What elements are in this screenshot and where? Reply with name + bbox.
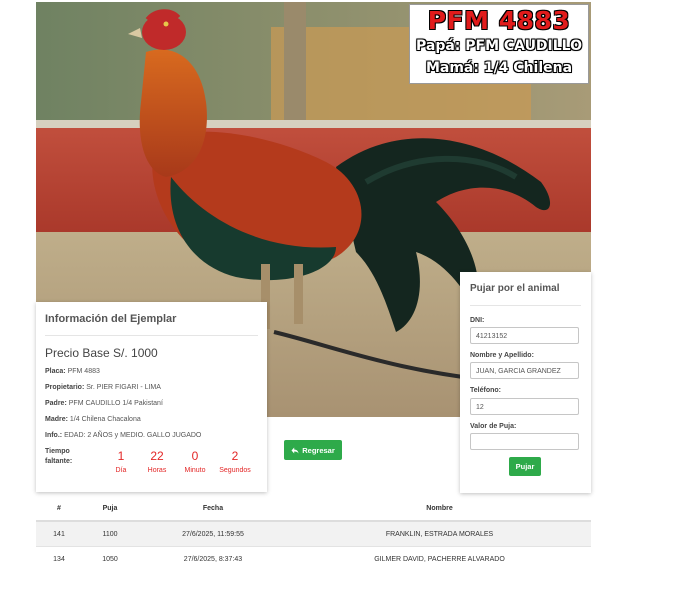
info-label: Propietario:	[45, 384, 85, 391]
timer-value: 2	[231, 449, 239, 463]
caption-father: Papá: PFM CAUDILLO	[415, 38, 583, 54]
info-value: PFM CAUDILLO 1/4 Pakistaní	[68, 400, 163, 407]
time-remaining-label: Tiempo faltante:	[45, 448, 73, 465]
bid-card: Pujar por el animal DNI: 41213152 Nombre…	[460, 272, 591, 493]
timer-days: 1 Día	[110, 449, 132, 474]
col-header-name: Nombre	[288, 497, 591, 522]
info-card: Información del Ejemplar Precio Base S/.…	[36, 302, 267, 492]
timer-value: 0	[191, 449, 199, 463]
bids-table: # Puja Fecha Nombre 141 1100 27/6/2025, …	[36, 497, 591, 571]
caption-mother: Mamá: 1/4 Chilena	[425, 60, 573, 76]
name-input[interactable]: JUAN, GARCIA GRANDEZ	[470, 362, 579, 379]
info-value: PFM 4883	[67, 368, 100, 375]
timer-hours: 22 Horas	[143, 449, 171, 474]
info-row-details: Info.: EDAD: 2 AÑOS y MEDIO. GALLO JUGAD…	[45, 432, 201, 439]
rooster-caption: PFM 4883 Papá: PFM CAUDILLO Mamá: 1/4 Ch…	[409, 4, 589, 84]
bid-title: Pujar por el animal	[470, 283, 560, 294]
timer-unit: Segundos	[219, 467, 251, 474]
info-label: Madre:	[45, 416, 68, 423]
table-header-row: # Puja Fecha Nombre	[36, 497, 591, 522]
info-value: Sr. PIER FIGARI - LIMA	[86, 384, 161, 391]
timer-unit: Día	[115, 467, 127, 474]
arrow-left-icon	[291, 447, 299, 453]
cell-name: FRANKLIN, ESTRADA MORALES	[288, 520, 591, 547]
info-value: 1/4 Chilena Chacalona	[69, 416, 141, 423]
phone-input[interactable]: 12	[470, 398, 579, 415]
col-header-number: #	[36, 497, 82, 522]
col-header-date: Fecha	[138, 497, 288, 522]
timer-seconds: 2 Segundos	[216, 449, 254, 474]
timer-value: 22	[150, 449, 164, 463]
timer-unit: Minuto	[184, 467, 206, 474]
info-title: Información del Ejemplar	[45, 313, 177, 325]
info-label: Placa:	[45, 368, 66, 375]
col-header-bid: Puja	[82, 497, 138, 522]
timer-unit: Horas	[147, 467, 167, 474]
timer-value: 1	[117, 449, 125, 463]
info-row-plate: Placa: PFM 4883	[45, 368, 100, 375]
bid-divider	[470, 305, 581, 306]
cell-bid: 1100	[82, 520, 138, 547]
cell-number: 141	[36, 520, 82, 547]
dni-label: DNI:	[470, 317, 485, 324]
cell-bid: 1050	[82, 546, 138, 571]
bid-value-label: Valor de Puja:	[470, 423, 517, 430]
info-row-father: Padre: PFM CAUDILLO 1/4 Pakistaní	[45, 400, 163, 407]
cell-name: GILMER DAVID, PACHERRE ALVARADO	[288, 546, 591, 571]
info-label: Info.:	[45, 432, 63, 439]
info-row-owner: Propietario: Sr. PIER FIGARI - LIMA	[45, 384, 161, 391]
name-label: Nombre y Apellido:	[470, 352, 534, 359]
caption-code: PFM 4883	[427, 6, 571, 35]
dni-input[interactable]: 41213152	[470, 327, 579, 344]
bid-submit-button[interactable]: Pujar	[509, 457, 541, 476]
info-row-mother: Madre: 1/4 Chilena Chacalona	[45, 416, 141, 423]
table-row: 141 1100 27/6/2025, 11:59:55 FRANKLIN, E…	[36, 520, 591, 547]
base-price: Precio Base S/. 1000	[45, 346, 158, 360]
cell-date: 27/6/2025, 8:37:43	[138, 546, 288, 571]
bid-value-input[interactable]	[470, 433, 579, 450]
info-label: Padre:	[45, 400, 67, 407]
cell-date: 27/6/2025, 11:59:55	[138, 520, 288, 547]
back-button[interactable]: Regresar	[284, 440, 342, 460]
timer-minutes: 0 Minuto	[181, 449, 209, 474]
table-row: 134 1050 27/6/2025, 8:37:43 GILMER DAVID…	[36, 546, 591, 571]
info-value: EDAD: 2 AÑOS y MEDIO. GALLO JUGADO	[64, 432, 202, 439]
info-divider	[45, 335, 258, 336]
back-button-label: Regresar	[302, 445, 335, 455]
phone-label: Teléfono:	[470, 387, 501, 394]
cell-number: 134	[36, 546, 82, 571]
